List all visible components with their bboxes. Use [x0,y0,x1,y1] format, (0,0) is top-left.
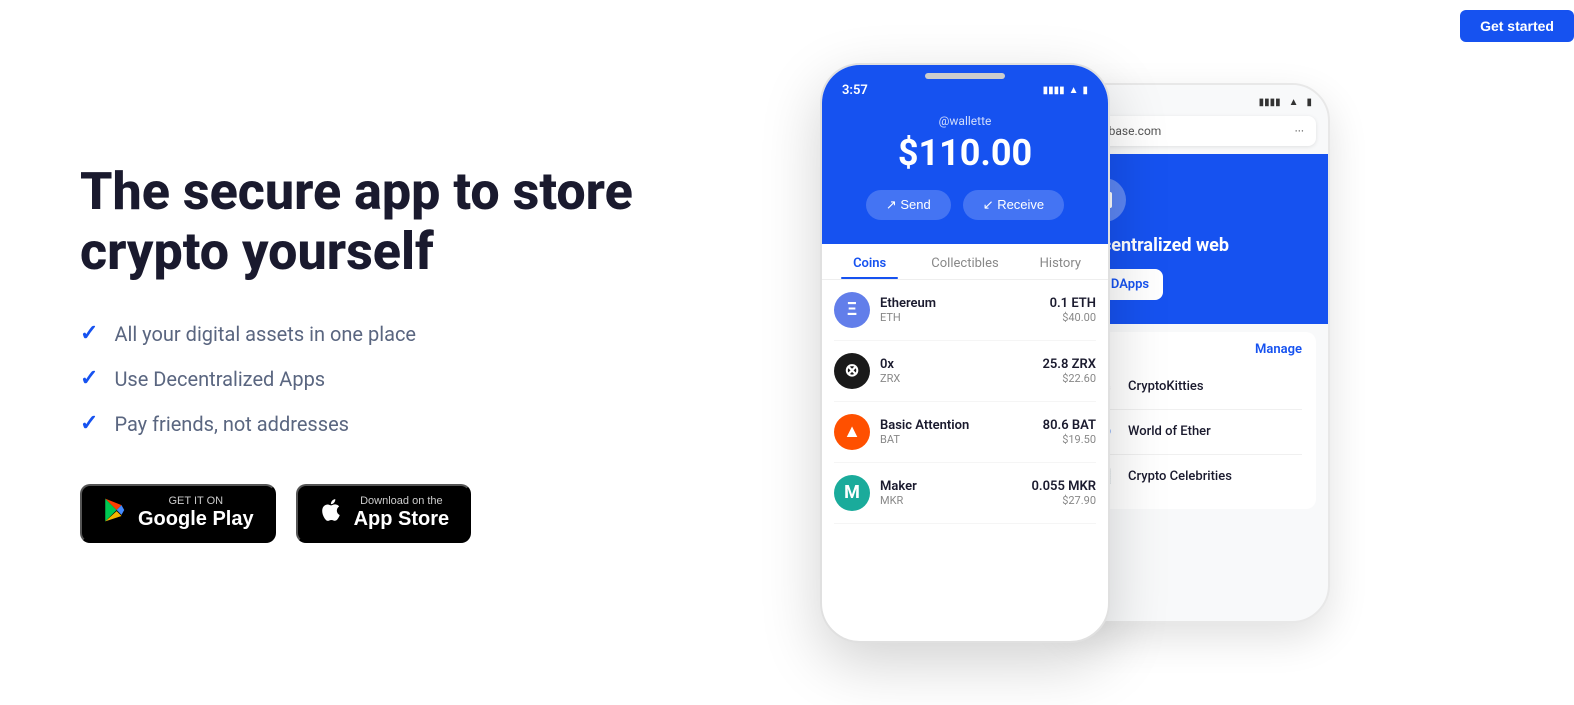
coin-item-bat[interactable]: ▲ Basic Attention BAT 80.6 BAT $19.50 [834,402,1096,463]
wallet-info: @wallette $110.00 ↗ Send ↙ Receive [838,114,1092,244]
signal-icon: ▮▮▮▮ [1043,85,1065,96]
coin-item-eth[interactable]: Ξ Ethereum ETH 0.1 ETH $40.00 [834,280,1096,341]
app-store-text: Download on the App Store [354,496,450,531]
receive-button[interactable]: ↙ Receive [963,190,1064,220]
mkr-logo: M [834,475,870,511]
get-started-button[interactable]: Get started [1460,10,1574,42]
battery-icon: ▮ [1082,85,1088,96]
phone-notch [925,73,1005,79]
phone-main: 3:57 ▮▮▮▮ ▲ ▮ @wallette $110.00 ↗ Send [820,63,1110,643]
phone-header: 3:57 ▮▮▮▮ ▲ ▮ @wallette $110.00 ↗ Send [822,65,1108,244]
headline: The secure app to store crypto yourself [80,162,680,282]
status-bar: 3:57 ▮▮▮▮ ▲ ▮ [838,83,1092,98]
feature-item-2: ✓ Use Decentralized Apps [80,366,700,391]
phone-tabs: Coins Collectibles History [822,244,1108,280]
page-wrapper: The secure app to store crypto yourself … [0,0,1574,705]
phone2-signal-icon: ▮▮▮▮ [1259,97,1281,108]
collectible-item-2[interactable]: 🌍 World of Ether [1088,410,1302,455]
wifi-icon: ▲ [1069,85,1079,96]
google-play-text: GET IT ON Google Play [138,496,254,531]
coin-item-mkr[interactable]: M Maker MKR 0.055 MKR $27.90 [834,463,1096,524]
phone2-collectibles-section: Manage 🐱 CryptoKitties 🌍 World of Ether … [1074,332,1316,509]
store-buttons: GET IT ON Google Play Download on the Ap… [80,484,700,543]
feature-item-3: ✓ Pay friends, not addresses [80,411,700,436]
coin-item-zrx[interactable]: ⊗ 0x ZRX 25.8 ZRX $22.60 [834,341,1096,402]
check-icon-3: ✓ [80,411,98,436]
phone2-wifi-icon: ▲ [1289,97,1299,108]
left-section: The secure app to store crypto yourself … [0,102,780,604]
send-button[interactable]: ↗ Send [866,190,951,220]
check-icon-1: ✓ [80,321,98,346]
status-icons: ▮▮▮▮ ▲ ▮ [1043,85,1088,96]
apple-icon [318,497,344,530]
app-store-button[interactable]: Download on the App Store [296,484,472,543]
tab-history[interactable]: History [1013,244,1108,279]
google-play-button[interactable]: GET IT ON Google Play [80,484,276,543]
coin-list: Ξ Ethereum ETH 0.1 ETH $40.00 ⊗ 0x ZRX [822,280,1108,524]
phones-section: 3:57 ▮▮▮▮ ▲ ▮ @wallette $110.00 ↗ Send [780,0,1574,705]
eth-logo: Ξ [834,292,870,328]
bat-logo: ▲ [834,414,870,450]
google-play-icon [102,497,128,530]
wallet-actions: ↗ Send ↙ Receive [838,190,1092,220]
tab-coins[interactable]: Coins [822,244,917,279]
tab-collectibles[interactable]: Collectibles [917,244,1012,279]
feature-item-1: ✓ All your digital assets in one place [80,321,700,346]
zrx-logo: ⊗ [834,353,870,389]
phone2-battery-icon: ▮ [1306,97,1312,108]
collectible-item-1[interactable]: 🐱 CryptoKitties [1088,365,1302,410]
features-list: ✓ All your digital assets in one place ✓… [80,321,700,436]
check-icon-2: ✓ [80,366,98,391]
collectible-item-3[interactable]: 📊 Crypto Celebrities [1088,455,1302,499]
browser-bar[interactable]: coinbase.com ··· [1074,116,1316,146]
